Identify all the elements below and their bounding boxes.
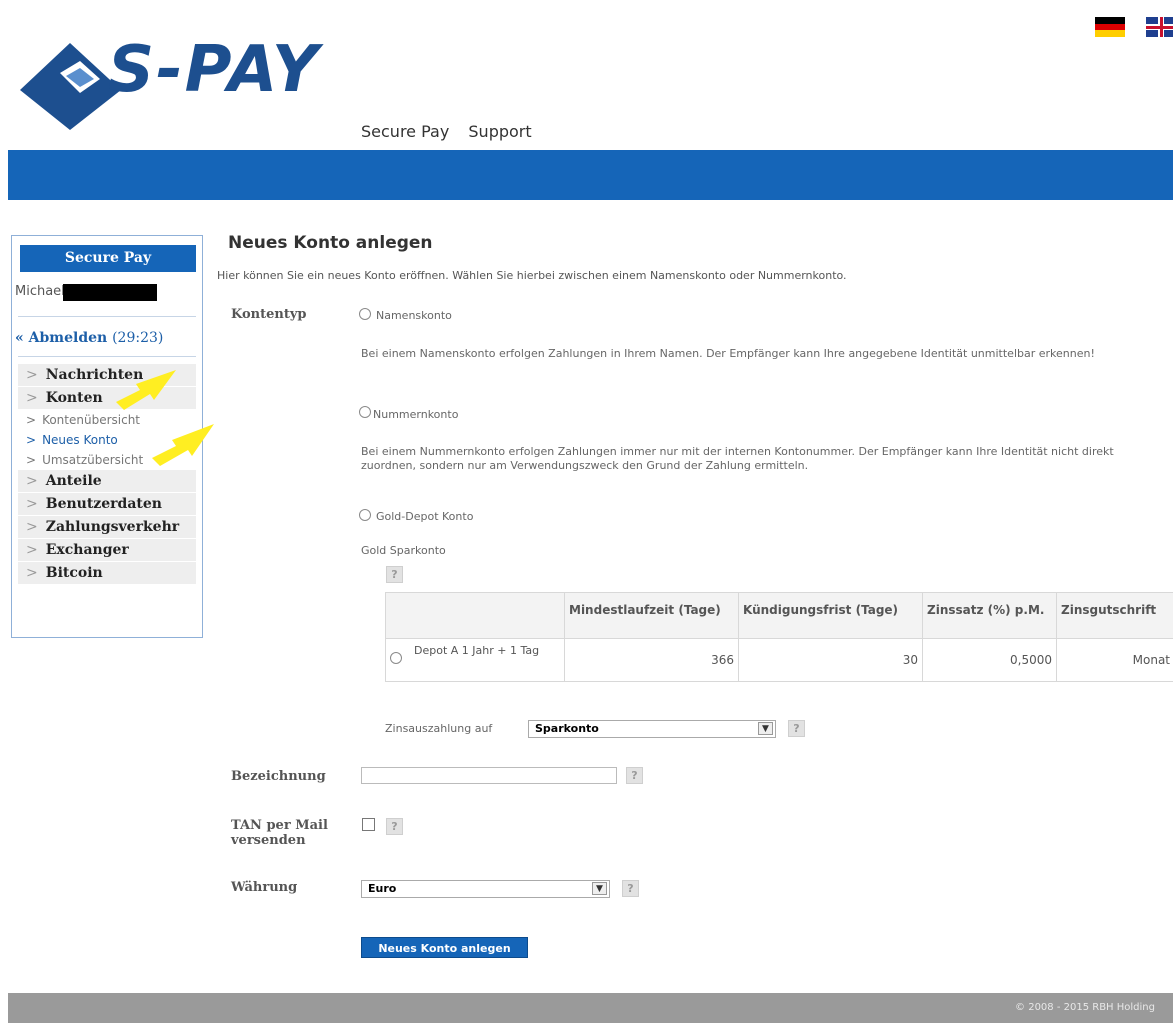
- intro-text: Hier können Sie ein neues Konto eröffnen…: [217, 269, 847, 282]
- table-cell: Monat: [1056, 638, 1173, 682]
- chevron-down-icon[interactable]: ▼: [592, 882, 607, 895]
- help-icon[interactable]: ?: [788, 720, 805, 737]
- chevron-down-icon[interactable]: ▼: [758, 722, 773, 735]
- gold-sparkonto-label: Gold Sparkonto: [361, 544, 446, 557]
- table-header: Zinsgutschrift: [1056, 592, 1173, 639]
- sidebar-item-label: Konten: [45, 390, 103, 406]
- footer: © 2008 - 2015 RBH Holding: [8, 993, 1173, 1023]
- sidebar-sub-label: Umsatzübersicht: [42, 453, 144, 467]
- radio-gold-depot[interactable]: [359, 509, 371, 521]
- sidebar-item-label: Exchanger: [45, 542, 129, 558]
- help-icon[interactable]: ?: [622, 880, 639, 897]
- logo-text: S-PAY: [108, 33, 321, 107]
- sidebar-item-label: Bitcoin: [45, 565, 103, 581]
- tan-mail-checkbox[interactable]: [362, 818, 375, 831]
- annotation-arrow-icon: [152, 424, 214, 466]
- sidebar-item-label: Zahlungsverkehr: [45, 519, 180, 535]
- user-name: Michael: [15, 284, 65, 299]
- german-flag-icon[interactable]: [1095, 17, 1125, 37]
- table-cell: 0,5000: [922, 638, 1057, 682]
- bezeichnung-label: Bezeichnung: [231, 769, 326, 784]
- uk-flag-icon[interactable]: [1146, 17, 1173, 37]
- zinsauszahlung-label: Zinsauszahlung auf: [385, 722, 493, 735]
- sidebar-item-benutzerdaten[interactable]: > Benutzerdaten: [18, 493, 196, 516]
- radio-namenskonto[interactable]: [359, 308, 371, 320]
- sidebar-sub-label: Neues Konto: [42, 433, 118, 447]
- table-cell: 366: [564, 638, 739, 682]
- create-account-button[interactable]: Neues Konto anlegen: [361, 937, 528, 958]
- table-header-row: Mindestlaufzeit (Tage) Kündigungsfrist (…: [385, 592, 1173, 639]
- radio-depot-a[interactable]: [390, 652, 402, 664]
- depot-name: Depot A 1 Jahr + 1 Tag: [414, 644, 540, 657]
- sidebar-item-bitcoin[interactable]: > Bitcoin: [18, 562, 196, 585]
- namenskonto-description: Bei einem Namenskonto erfolgen Zahlungen…: [361, 347, 1095, 360]
- radio-nummernkonto[interactable]: [359, 406, 371, 418]
- help-icon[interactable]: ?: [626, 767, 643, 784]
- table-header: [385, 592, 565, 639]
- table-header: Zinssatz (%) p.M.: [922, 592, 1057, 639]
- redaction-bar: [63, 284, 157, 301]
- sidebar-item-label: Benutzerdaten: [45, 496, 162, 512]
- nummernkonto-label: Nummernkonto: [373, 408, 459, 421]
- divider: [18, 356, 196, 357]
- waehrung-label: Währung: [231, 880, 298, 895]
- sidebar-item-label: Anteile: [45, 473, 102, 489]
- sidebar-item-exchanger[interactable]: > Exchanger: [18, 539, 196, 562]
- page-title: Neues Konto anlegen: [228, 233, 433, 253]
- select-value: Sparkonto: [535, 722, 599, 735]
- annotation-arrow-icon: [116, 370, 176, 410]
- top-nav: Secure Pay Support: [361, 122, 546, 141]
- nav-support[interactable]: Support: [468, 122, 531, 141]
- help-icon[interactable]: ?: [386, 818, 403, 835]
- tan-label-line: versenden: [231, 833, 306, 848]
- bezeichnung-input[interactable]: [361, 767, 617, 784]
- session-timer: (29:23): [112, 330, 164, 346]
- sidebar-item-anteile[interactable]: > Anteile: [18, 470, 196, 493]
- table-header: Mindestlaufzeit (Tage): [564, 592, 739, 639]
- tan-label-line: TAN per Mail: [231, 818, 328, 833]
- table-cell: 30: [738, 638, 923, 682]
- table-row: Depot A 1 Jahr + 1 Tag 366 30 0,5000 Mon…: [385, 638, 1173, 682]
- nav-secure-pay[interactable]: Secure Pay: [361, 122, 449, 141]
- sidebar-title: Secure Pay: [20, 245, 196, 272]
- logout-label[interactable]: « Abmelden: [15, 330, 107, 346]
- sidebar-item-zahlungsverkehr[interactable]: > Zahlungsverkehr: [18, 516, 196, 539]
- sidebar-sub-label: Kontenübersicht: [42, 413, 141, 427]
- gold-depot-table: Mindestlaufzeit (Tage) Kündigungsfrist (…: [385, 592, 1173, 682]
- nummernkonto-description: Bei einem Nummernkonto erfolgen Zahlunge…: [361, 445, 1114, 472]
- table-header: Kündigungsfrist (Tage): [738, 592, 923, 639]
- gold-depot-label: Gold-Depot Konto: [376, 510, 474, 523]
- divider: [18, 316, 196, 317]
- logout-link[interactable]: « Abmelden (29:23): [15, 330, 163, 346]
- table-cell-name: Depot A 1 Jahr + 1 Tag: [385, 638, 565, 682]
- zinsauszahlung-select[interactable]: Sparkonto ▼: [528, 720, 776, 738]
- kontentyp-label: Kontentyp: [231, 307, 307, 322]
- header-band: [8, 150, 1173, 200]
- help-icon[interactable]: ?: [386, 566, 403, 583]
- copyright-text: © 2008 - 2015 RBH Holding: [1015, 1002, 1155, 1013]
- tan-label: TAN per Mail versenden: [231, 818, 328, 848]
- namenskonto-label: Namenskonto: [376, 309, 452, 322]
- waehrung-select[interactable]: Euro ▼: [361, 880, 610, 898]
- select-value: Euro: [368, 882, 397, 895]
